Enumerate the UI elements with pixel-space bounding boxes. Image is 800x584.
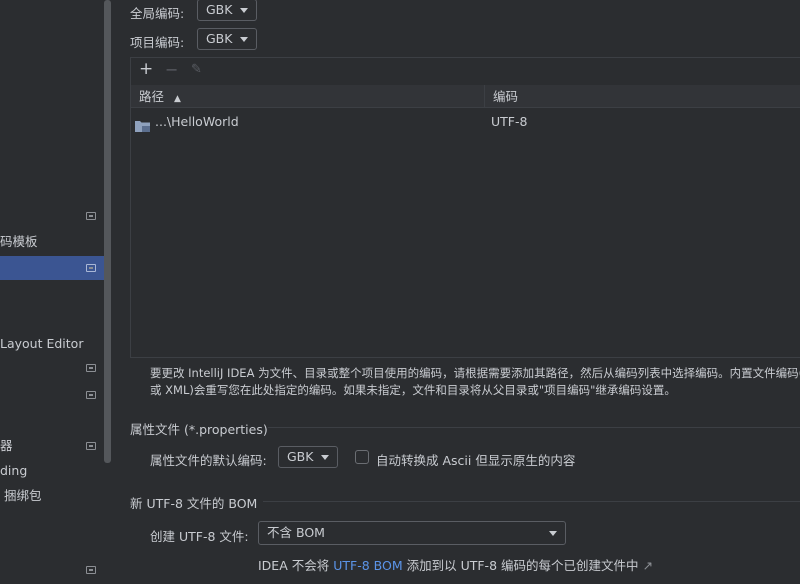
- sidebar-item-label: Layout Editor: [0, 336, 84, 351]
- sidebar-item-file-encodings[interactable]: [0, 256, 104, 280]
- utf8-bom-link[interactable]: UTF-8 BOM: [333, 558, 402, 573]
- global-encoding-select[interactable]: GBK: [197, 0, 257, 21]
- sidebar-item-6[interactable]: [0, 383, 104, 407]
- column-header-label: 编码: [493, 89, 519, 104]
- row-encoding: UTF-8: [491, 114, 528, 129]
- properties-default-label: 属性文件的默认编码:: [150, 453, 267, 468]
- bom-note-suffix: 添加到以 UTF-8 编码的每个已创建文件中: [406, 558, 639, 573]
- section-divider: [268, 427, 800, 428]
- ascii-conversion-checkbox[interactable]: [355, 450, 369, 464]
- bom-create-label: 创建 UTF-8 文件:: [150, 529, 249, 544]
- ascii-conversion-label: 自动转换成 Ascii 但显示原生的内容: [376, 453, 576, 468]
- sidebar-item-bundles[interactable]: 捆绑包: [0, 484, 104, 508]
- add-icon[interactable]: +: [139, 59, 153, 79]
- help-line: 要更改 IntelliJ IDEA 为文件、目录或整个项目使用的编码，请根据需要…: [150, 366, 800, 380]
- sort-ascending-icon: ▲: [174, 94, 181, 104]
- project-encoding-select[interactable]: GBK: [197, 28, 257, 50]
- sidebar-item-label: 器: [0, 438, 13, 453]
- settings-sidebar: 码模板 Layout Editor 器 ding 捆绑包: [0, 0, 113, 574]
- sidebar-scrollbar[interactable]: [104, 0, 111, 463]
- sidebar-item-8[interactable]: ding: [0, 459, 104, 483]
- column-header-path[interactable]: 路径 ▲: [131, 85, 485, 108]
- help-line: 或 XML)会重写您在此处指定的编码。如果未指定，文件和目录将从父目录或"项目编…: [150, 383, 676, 397]
- chevron-down-icon: [240, 8, 248, 13]
- project-encoding-value: GBK: [206, 31, 233, 46]
- encoding-help-text: 要更改 IntelliJ IDEA 为文件、目录或整个项目使用的编码，请根据需要…: [150, 365, 800, 399]
- table-row[interactable]: ...\HelloWorld UTF-8: [131, 110, 800, 134]
- project-settings-icon: [86, 442, 96, 450]
- global-encoding-label: 全局编码:: [130, 6, 185, 21]
- table-toolbar: + − ✎: [131, 58, 800, 84]
- bom-note: IDEA 不会将 UTF-8 BOM 添加到以 UTF-8 编码的每个已创建文件…: [258, 555, 653, 574]
- module-folder-icon: [135, 116, 150, 132]
- sidebar-item-layout-editor[interactable]: Layout Editor: [0, 332, 104, 356]
- global-encoding-value: GBK: [206, 2, 233, 17]
- path-encoding-table: + − ✎ 路径 ▲ 编码 ...\HelloWorld UTF-8: [130, 57, 800, 358]
- section-divider: [263, 501, 800, 502]
- sidebar-item-file-templates[interactable]: 码模板: [0, 230, 104, 254]
- chevron-down-icon: [549, 531, 557, 536]
- bom-create-select[interactable]: 不含 BOM: [258, 521, 566, 545]
- column-header-label: 路径: [139, 89, 165, 104]
- sidebar-item-label: ding: [0, 463, 28, 478]
- properties-section-title: 属性文件 (*.properties): [130, 422, 268, 437]
- properties-encoding-select[interactable]: GBK: [278, 446, 338, 468]
- external-link-icon: ↗: [642, 558, 653, 573]
- sidebar-item-10[interactable]: [0, 560, 104, 584]
- chevron-down-icon: [321, 455, 329, 460]
- edit-icon[interactable]: ✎: [191, 62, 202, 77]
- bom-section-title: 新 UTF-8 文件的 BOM: [130, 496, 258, 511]
- project-settings-icon: [86, 391, 96, 399]
- sidebar-item-label: 捆绑包: [0, 488, 42, 503]
- properties-encoding-value: GBK: [287, 449, 314, 464]
- chevron-down-icon: [240, 37, 248, 42]
- remove-icon[interactable]: −: [165, 60, 178, 79]
- bom-note-prefix: IDEA 不会将: [258, 558, 330, 573]
- project-settings-icon: [86, 364, 96, 372]
- project-settings-icon: [86, 264, 96, 272]
- sidebar-item-label: 码模板: [0, 234, 38, 249]
- bom-create-value: 不含 BOM: [267, 525, 325, 540]
- sidebar-item-5[interactable]: [0, 356, 104, 380]
- row-path: ...\HelloWorld: [155, 114, 239, 129]
- column-header-encoding[interactable]: 编码: [485, 85, 800, 108]
- project-settings-icon: [86, 212, 96, 220]
- sidebar-item-1[interactable]: [0, 204, 104, 228]
- sidebar-item-7[interactable]: 器: [0, 434, 104, 458]
- project-encoding-label: 项目编码:: [130, 35, 185, 50]
